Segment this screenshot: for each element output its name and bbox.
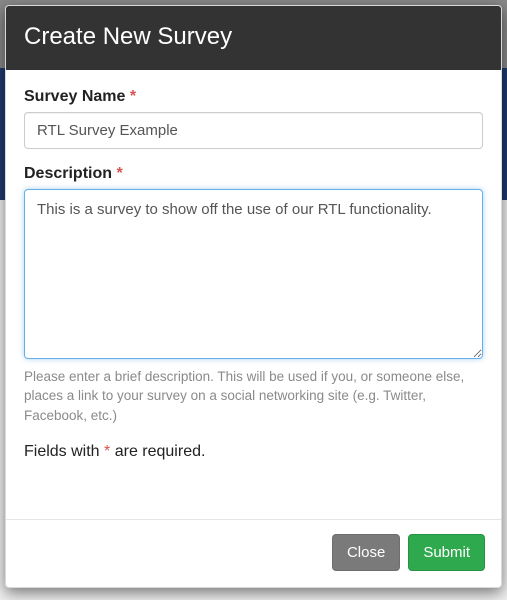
survey-name-label: Survey Name * — [24, 88, 483, 106]
survey-name-input[interactable] — [24, 112, 483, 149]
description-group: Description * Please enter a brief descr… — [24, 165, 483, 426]
description-label-text: Description — [24, 165, 112, 182]
submit-button[interactable]: Submit — [408, 534, 485, 572]
modal-title: Create New Survey — [24, 23, 483, 52]
description-label: Description * — [24, 165, 483, 183]
description-textarea[interactable] — [24, 189, 483, 359]
required-asterisk: * — [116, 165, 122, 182]
create-survey-modal: Create New Survey Survey Name * Descript… — [5, 5, 502, 588]
required-note-suffix: are required. — [110, 443, 205, 460]
modal-body: Survey Name * Description * Please enter… — [6, 70, 501, 519]
required-note-prefix: Fields with — [24, 443, 104, 460]
description-help-text: Please enter a brief description. This w… — [24, 367, 483, 426]
modal-footer: Close Submit — [6, 519, 501, 588]
survey-name-label-text: Survey Name — [24, 88, 125, 105]
required-asterisk: * — [130, 88, 136, 105]
close-button[interactable]: Close — [332, 534, 400, 572]
required-fields-note: Fields with * are required. — [24, 443, 483, 461]
modal-header: Create New Survey — [6, 6, 501, 70]
survey-name-group: Survey Name * — [24, 88, 483, 149]
